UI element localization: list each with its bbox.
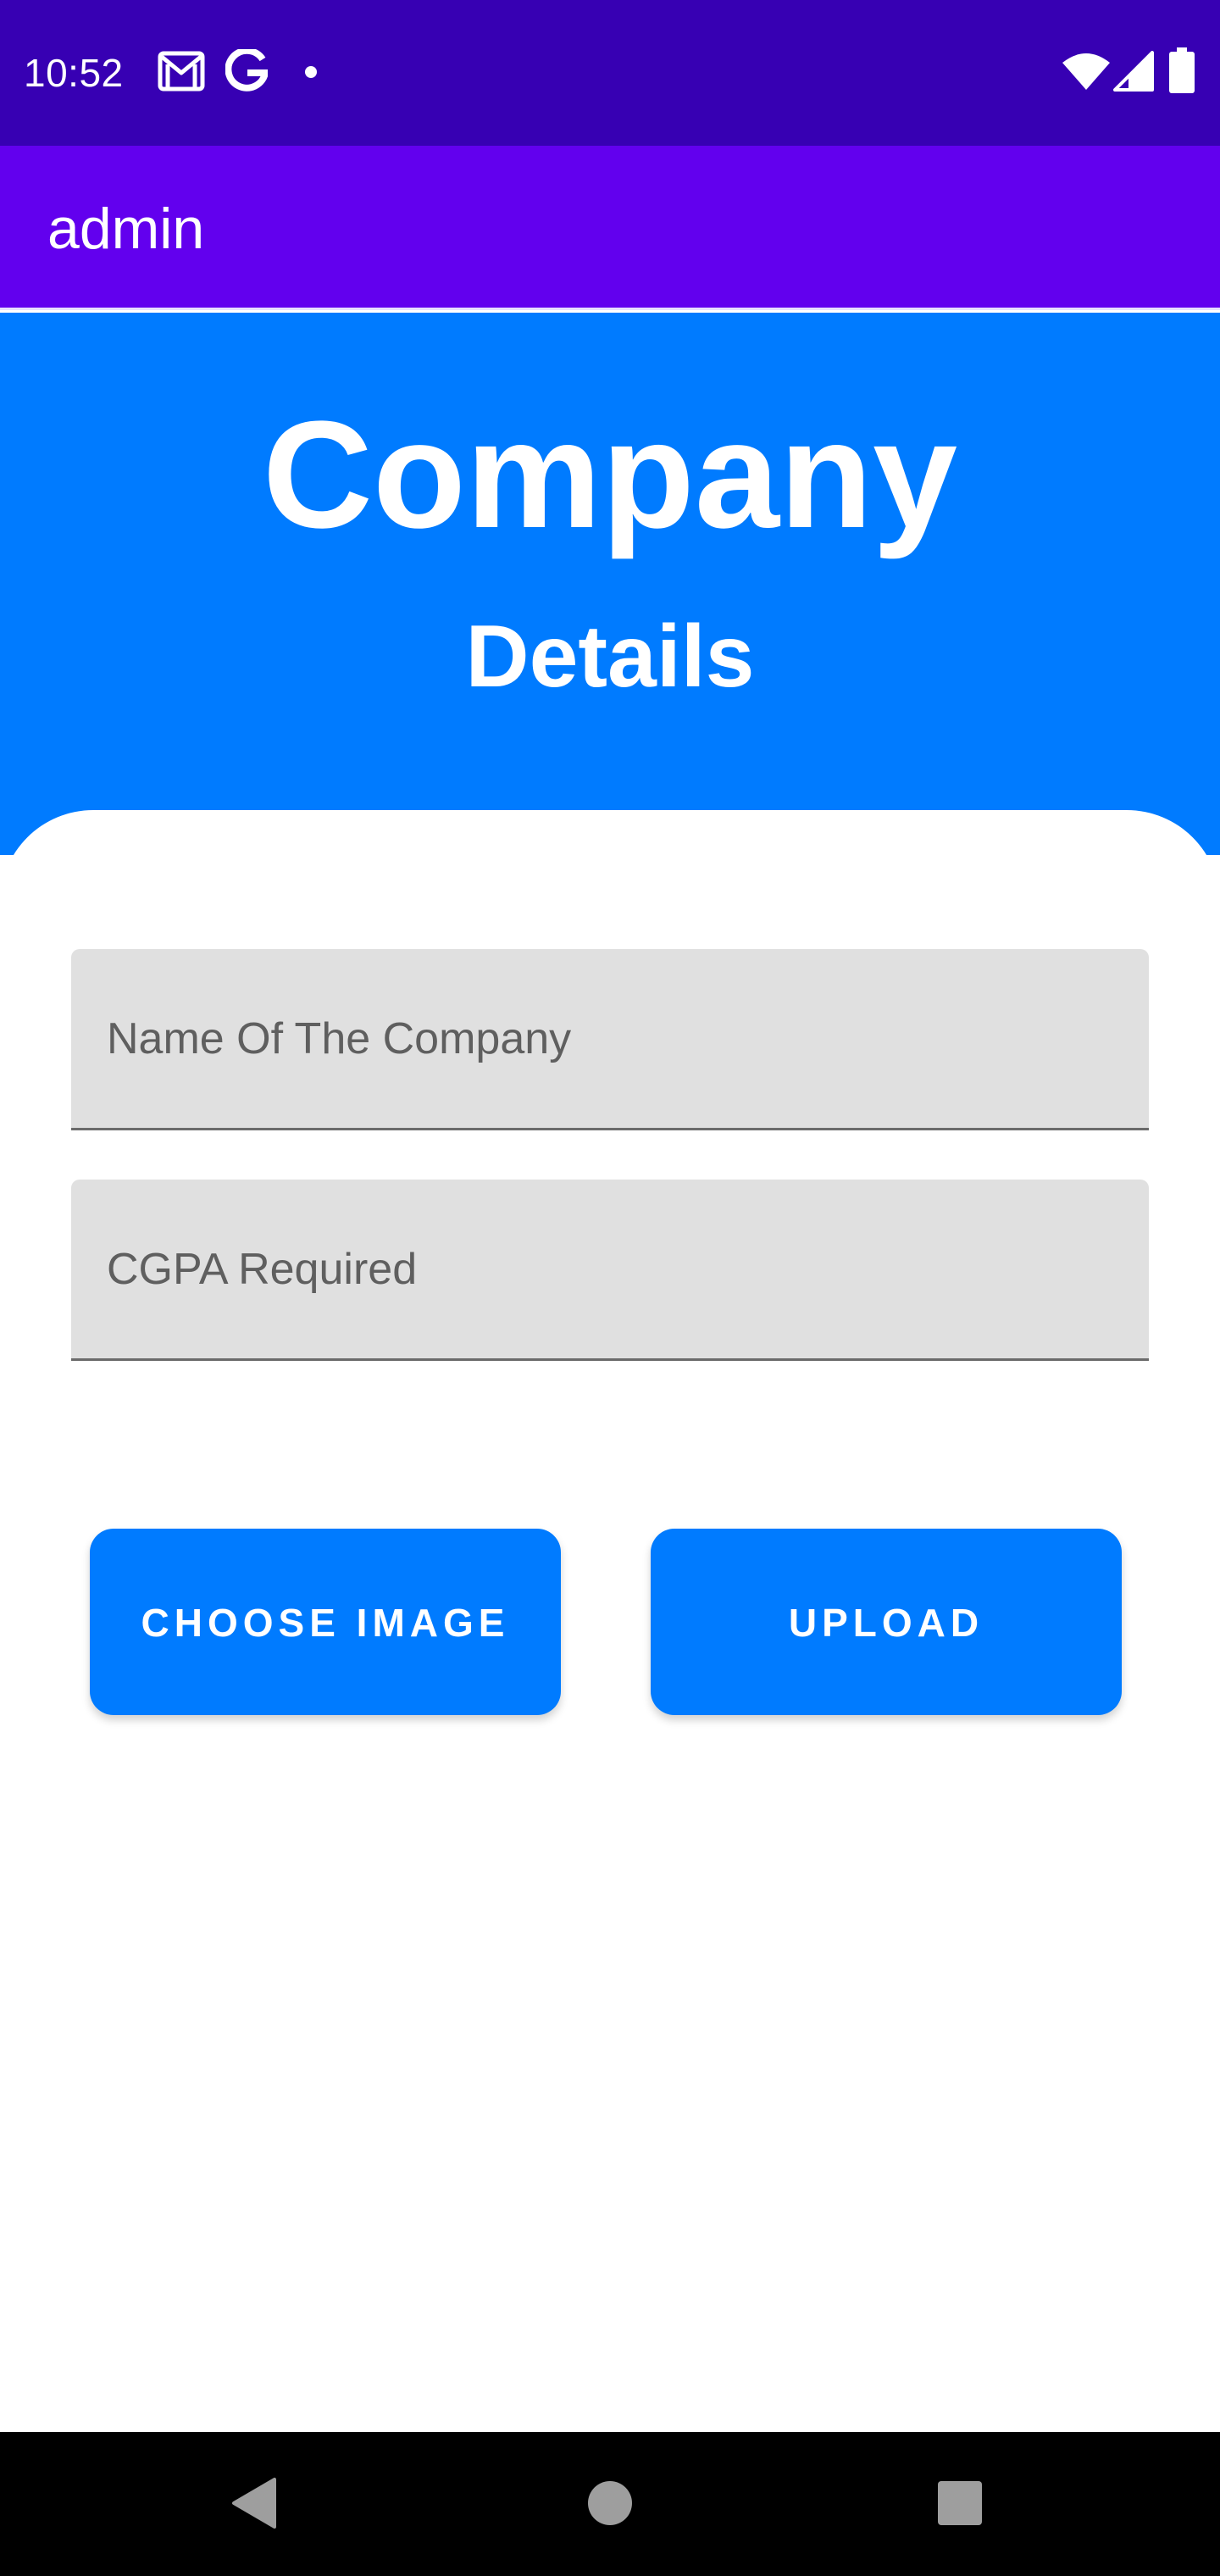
company-name-input[interactable] bbox=[71, 949, 1149, 1128]
gmail-icon bbox=[158, 51, 205, 92]
status-time: 10:52 bbox=[24, 51, 124, 95]
page-title: Company bbox=[262, 390, 958, 560]
navigation-bar bbox=[0, 2432, 1220, 2576]
company-name-field[interactable] bbox=[71, 949, 1149, 1130]
upload-button[interactable]: UPLOAD bbox=[651, 1529, 1122, 1715]
signal-icon bbox=[1113, 51, 1154, 92]
google-icon bbox=[225, 49, 268, 92]
app-bar-title: admin bbox=[47, 197, 205, 261]
cgpa-field[interactable] bbox=[71, 1180, 1149, 1361]
cgpa-input[interactable] bbox=[71, 1180, 1149, 1358]
home-icon[interactable] bbox=[586, 2479, 634, 2527]
page-subtitle: Details bbox=[465, 608, 755, 706]
app-bar: admin bbox=[0, 146, 1220, 310]
header-banner: Company Details bbox=[0, 313, 1220, 855]
battery-icon bbox=[1169, 47, 1195, 93]
form-card: CHOOSE IMAGE UPLOAD bbox=[0, 810, 1220, 2432]
screen: 10:52 admin Company Details Name Of The … bbox=[0, 0, 1220, 2576]
wifi-icon bbox=[1062, 53, 1110, 90]
back-icon[interactable] bbox=[230, 2476, 278, 2530]
notification-dot-icon bbox=[305, 66, 317, 78]
choose-image-button[interactable]: CHOOSE IMAGE bbox=[90, 1529, 561, 1715]
recents-icon[interactable] bbox=[937, 2480, 983, 2526]
status-bar: 10:52 bbox=[0, 0, 1220, 146]
